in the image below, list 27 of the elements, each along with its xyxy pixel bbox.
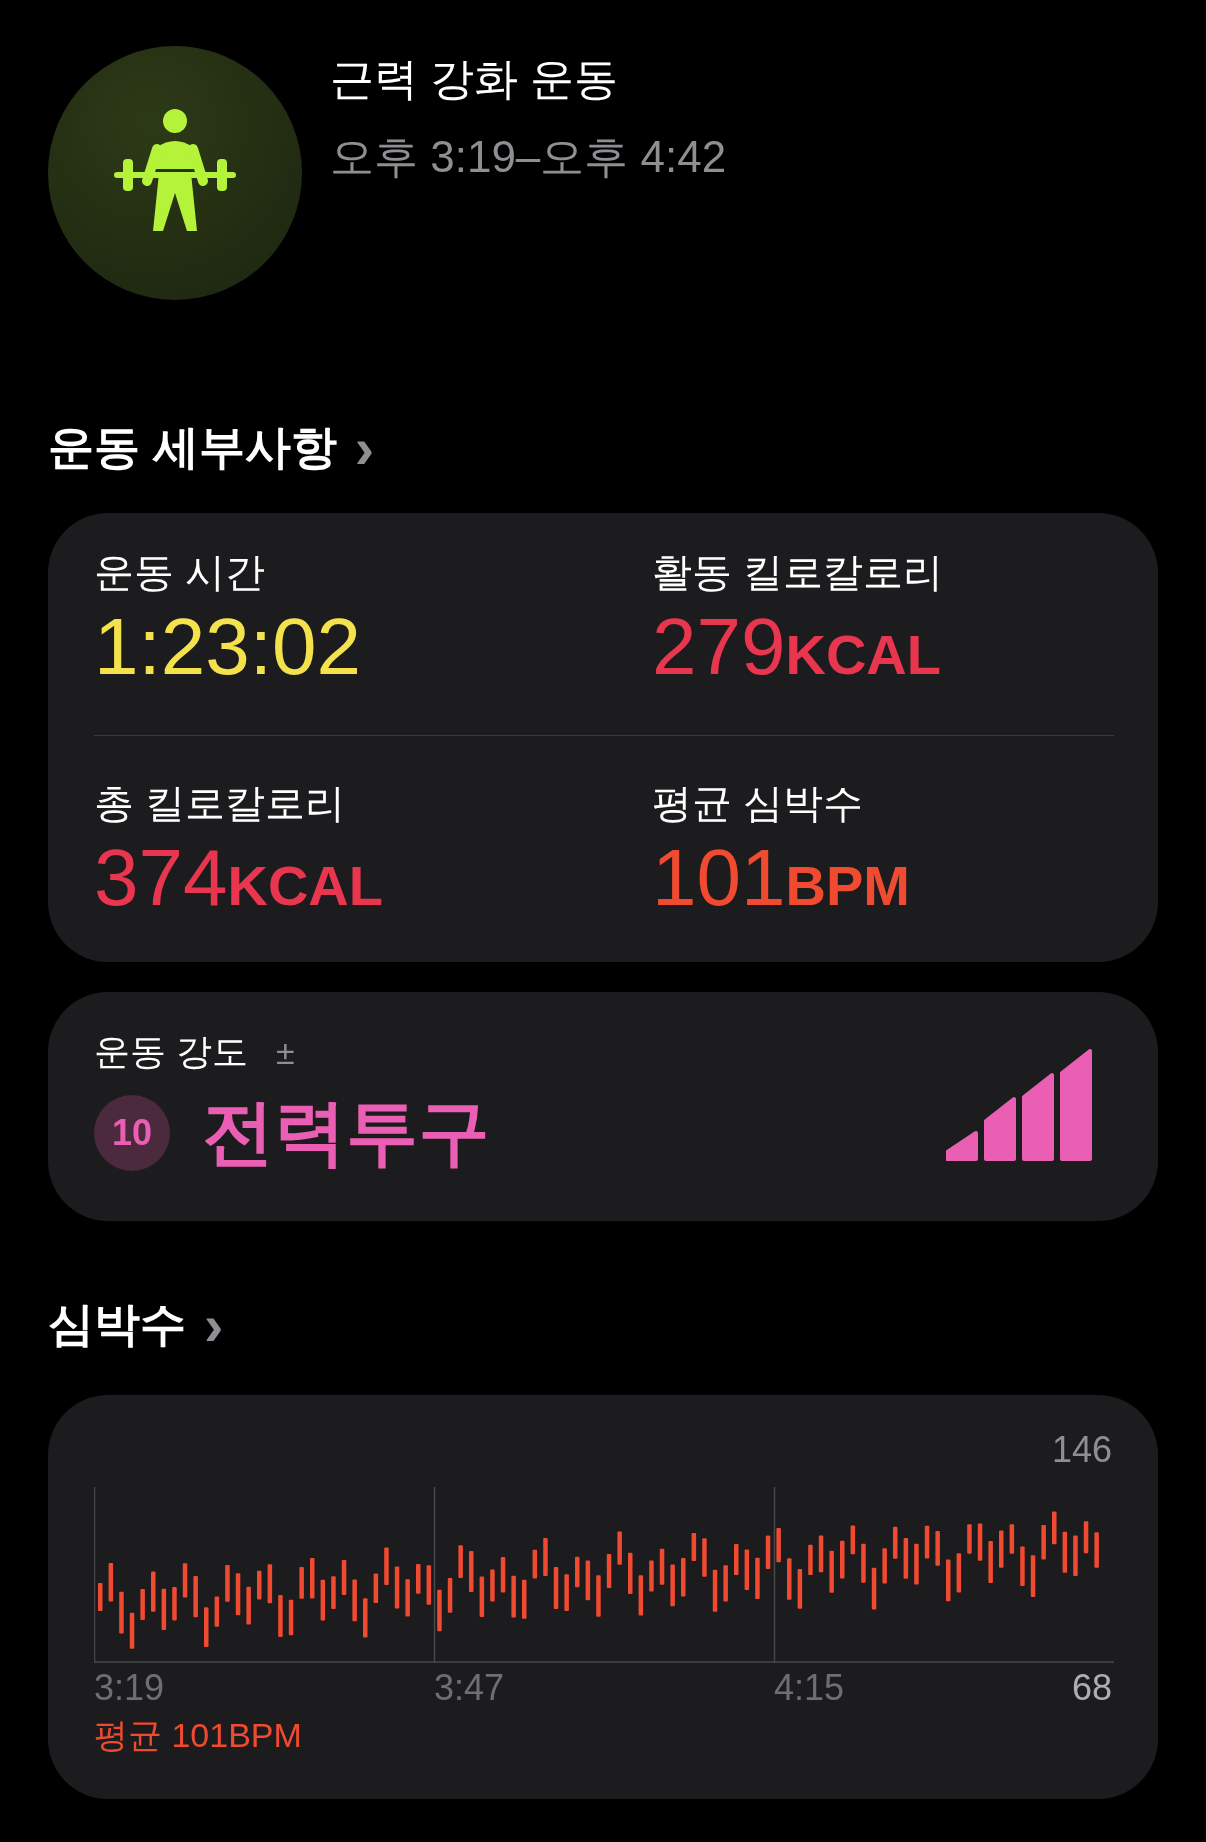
min-value-label: 68 [1071,1667,1112,1709]
intensity-card[interactable]: 운동 강도 ± 10 전력투구 [48,992,1158,1221]
intensity-bars-icon [946,1048,1092,1161]
stat-value: 374KCAL [94,832,384,924]
average-heart-rate: 평균 101BPM [94,1715,303,1756]
section-title[interactable]: 운동 세부사항 [48,417,337,479]
info-icon[interactable]: ± [276,1033,295,1072]
time-axis-label: 4:15 [774,1667,845,1709]
stat-label: 평균 심박수 [652,780,865,827]
stat-value: 279KCAL [652,601,942,693]
heart-rate-card[interactable]: 146 3:19 3:47 4:15 68 평균 101BPM [48,1395,1158,1799]
stat-value: 101BPM [652,832,911,924]
chevron-icon[interactable]: › [354,419,375,477]
stat-label: 총 킬로칼로리 [94,780,347,827]
stat-value: 1:23:02 [94,601,362,693]
workout-time-range: 오후 3:19–오후 4:42 [330,131,727,183]
stat-label: 활동 킬로칼로리 [652,549,945,596]
intensity-name: 전력투구 [202,1091,490,1174]
section-title[interactable]: 심박수 [48,1294,186,1356]
max-value-label: 146 [1050,1429,1112,1472]
time-axis-label: 3:47 [434,1667,506,1709]
time-axis-label: 3:19 [94,1667,166,1709]
intensity-score: 10 [94,1095,170,1171]
workout-title: 근력 강화 운동 [330,53,620,105]
stat-label: 운동 시간 [94,549,267,596]
intensity-label: 운동 강도 [94,1030,248,1074]
chevron-icon[interactable]: › [204,1296,224,1354]
